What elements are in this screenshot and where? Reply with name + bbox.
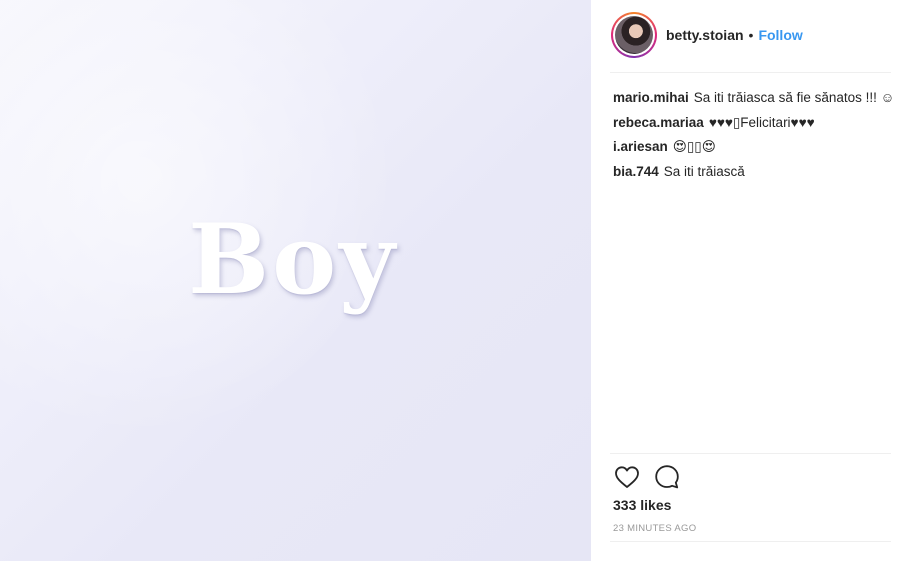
avatar-story-ring[interactable] xyxy=(611,12,657,58)
comment-bubble-icon xyxy=(655,465,679,489)
comment-text: ♥♥♥▯Felicitari♥♥♥ xyxy=(708,114,815,130)
comment-text: Sa iti trăiască xyxy=(663,163,745,179)
avatar[interactable] xyxy=(615,16,653,54)
header-divider xyxy=(610,72,891,73)
comments-list: mario.mihai Sa iti trăiasca să fie sănato… xyxy=(613,86,895,184)
comment-author[interactable]: i.ariesan xyxy=(613,139,668,154)
username-link[interactable]: betty.stoian xyxy=(666,27,744,43)
comment-author[interactable]: mario.mihai xyxy=(613,90,689,105)
post-side-panel: betty.stoian • Follow mario.mihai Sa iti … xyxy=(591,0,901,561)
comment-item: mario.mihai Sa iti trăiasca să fie sănato… xyxy=(613,86,895,111)
follow-button[interactable]: Follow xyxy=(758,27,802,43)
comment-text: 😍▯▯😍 xyxy=(672,139,716,154)
actions-divider xyxy=(610,453,891,454)
comment-author[interactable]: rebeca.mariaa xyxy=(613,115,704,130)
like-button[interactable] xyxy=(613,463,641,491)
comment-item: rebeca.mariaa ♥♥♥▯Felicitari♥♥♥ xyxy=(613,111,895,136)
comment-button[interactable] xyxy=(653,463,681,491)
post-timestamp[interactable]: 23 MINUTES AGO xyxy=(613,523,696,534)
separator-dot: • xyxy=(748,27,754,43)
comment-author[interactable]: bia.744 xyxy=(613,164,659,179)
action-bar xyxy=(613,463,693,491)
comment-item: i.ariesan 😍▯▯😍 xyxy=(613,135,895,160)
footer-divider xyxy=(610,541,891,542)
post-image-text: Boy xyxy=(188,203,398,316)
post-header: betty.stoian • Follow xyxy=(611,12,891,58)
comment-item: bia.744 Sa iti trăiască xyxy=(613,160,895,185)
comment-text: Sa iti trăiasca să fie sănatos !!! ☺ xyxy=(693,90,895,105)
likes-count[interactable]: 333 likes xyxy=(613,497,671,513)
heart-icon xyxy=(615,466,639,488)
post-image[interactable]: Boy xyxy=(0,0,591,561)
